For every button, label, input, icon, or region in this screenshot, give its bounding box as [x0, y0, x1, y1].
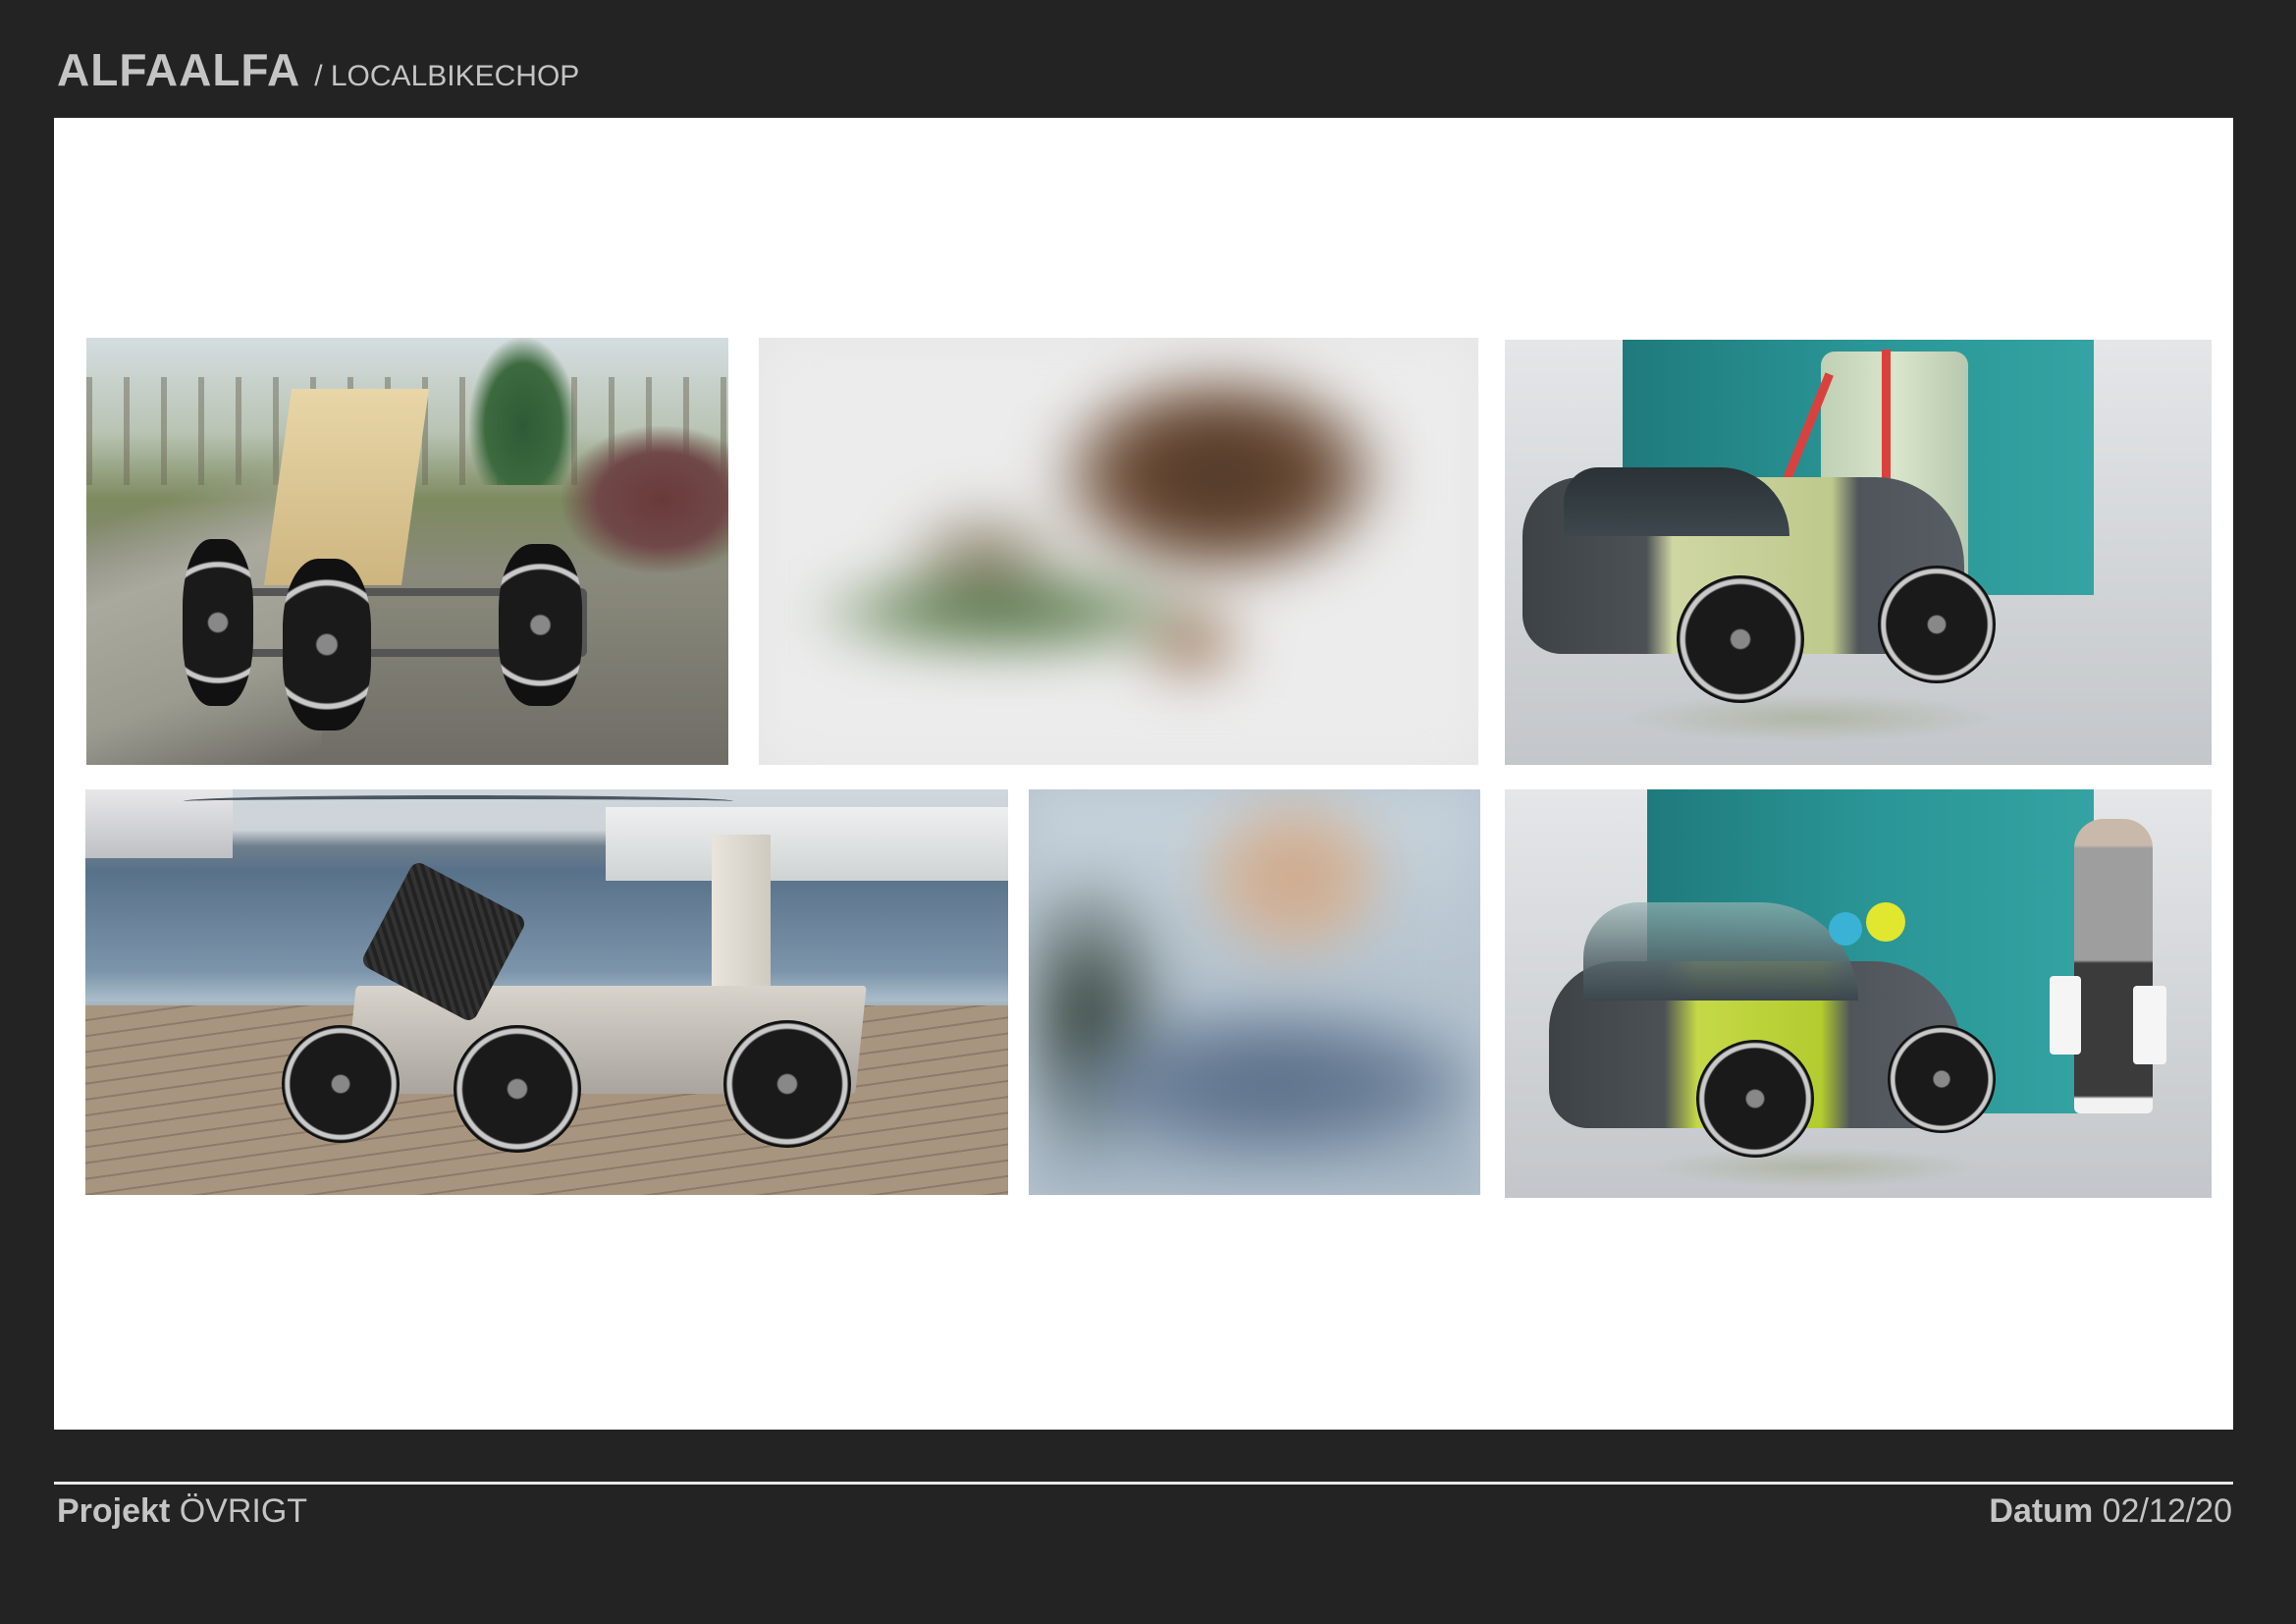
child-helmet-yellow [1866, 902, 1905, 942]
presentation-slide: ALFAALFA / LOCALBIKECHOP Projekt ÖVRIGT … [0, 0, 2296, 1624]
child-helmet-blue [1829, 912, 1862, 946]
photo-cargo-trike-pier [85, 789, 1008, 1195]
footer-divider [54, 1482, 2233, 1485]
vehicle-wheel [1677, 575, 1804, 703]
project-label: Projekt [57, 1492, 171, 1530]
bridge [184, 795, 733, 807]
project-subtitle: / LOCALBIKECHOP [314, 60, 580, 92]
trike-wheel [282, 1025, 400, 1143]
footer-date: Datum 02/12/20 [1989, 1492, 2232, 1531]
trike-wheel [183, 539, 253, 706]
blurred-photo-1 [759, 338, 1478, 765]
trike-wheel [283, 559, 371, 731]
trike-wheel [499, 544, 582, 706]
brand-name: ALFAALFA [57, 44, 301, 95]
page-header: ALFAALFA / LOCALBIKECHOP [57, 43, 579, 96]
footer-project: Projekt ÖVRIGT [57, 1492, 307, 1531]
blurred-photo-2 [1029, 789, 1480, 1195]
render-cargo-vehicle-fridge [1505, 340, 2212, 765]
vehicle-wheel [1696, 1040, 1814, 1158]
date-label: Datum [1989, 1492, 2094, 1530]
trike-wheel [454, 1025, 581, 1153]
bush [561, 426, 728, 573]
plywood-board [263, 389, 430, 585]
ground-glow [1652, 1148, 1976, 1187]
date-value: 02/12/20 [2102, 1492, 2232, 1530]
blurred-content [759, 338, 1478, 765]
vehicle-wheel [1888, 1025, 1996, 1133]
photo-trike-gravel-path [86, 338, 728, 765]
vehicle-wheel [1878, 566, 1996, 683]
ground-glow [1623, 693, 1996, 742]
shopping-bag [2050, 976, 2081, 1055]
blurred-content [1029, 789, 1480, 1195]
project-value: ÖVRIGT [179, 1492, 308, 1530]
render-cargo-vehicle-kids [1505, 789, 2212, 1198]
person-walking [2074, 819, 2153, 1113]
harbor-building [606, 807, 1008, 881]
trike-wheel [723, 1020, 851, 1148]
vehicle-canopy [1564, 467, 1789, 536]
shopping-bag [2133, 986, 2166, 1064]
content-sheet [54, 118, 2233, 1430]
